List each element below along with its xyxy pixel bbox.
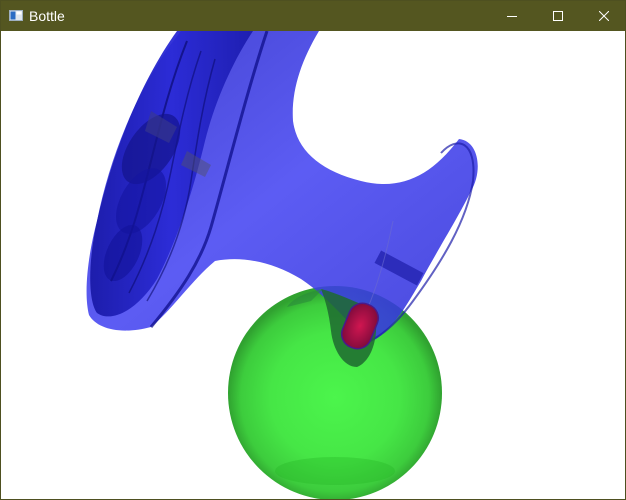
3d-viewport[interactable]	[1, 31, 625, 499]
scene-canvas[interactable]	[1, 31, 625, 499]
close-icon	[599, 11, 609, 21]
app-icon	[9, 10, 23, 21]
maximize-icon	[553, 11, 563, 21]
minimize-icon	[507, 16, 517, 17]
maximize-button[interactable]	[535, 1, 581, 31]
title-bar[interactable]: Bottle	[1, 1, 625, 31]
close-button[interactable]	[581, 1, 626, 31]
bottle[interactable]	[86, 31, 478, 344]
minimize-button[interactable]	[489, 1, 535, 31]
window-title: Bottle	[29, 8, 65, 24]
app-window: Bottle	[0, 0, 626, 500]
